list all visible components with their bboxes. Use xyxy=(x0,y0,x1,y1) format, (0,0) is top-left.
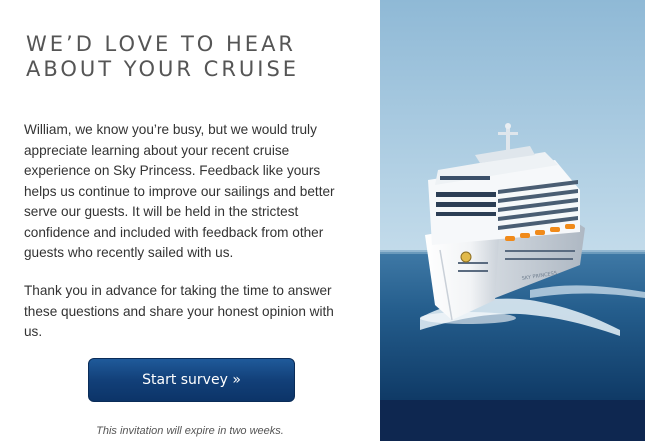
intro-paragraph: William, we know you’re busy, but we wou… xyxy=(24,122,335,260)
start-survey-button[interactable]: Start survey » xyxy=(88,358,295,402)
thanks-paragraph: Thank you in advance for taking the time… xyxy=(24,283,334,339)
headline-line-1: WE’D LOVE TO HEAR xyxy=(26,32,297,56)
image-footer-bar xyxy=(380,400,645,441)
message-panel: WE’D LOVE TO HEAR ABOUT YOUR CRUISE Will… xyxy=(0,0,380,441)
headline: WE’D LOVE TO HEAR ABOUT YOUR CRUISE xyxy=(26,32,366,82)
expiry-note: This invitation will expire in two weeks… xyxy=(96,425,284,437)
cruise-ship-photo: SKY PRINCESS xyxy=(380,0,645,400)
email-container: WE’D LOVE TO HEAR ABOUT YOUR CRUISE Will… xyxy=(0,0,645,441)
headline-line-2: ABOUT YOUR CRUISE xyxy=(26,57,300,81)
ship-image-panel: SKY PRINCESS xyxy=(380,0,645,441)
